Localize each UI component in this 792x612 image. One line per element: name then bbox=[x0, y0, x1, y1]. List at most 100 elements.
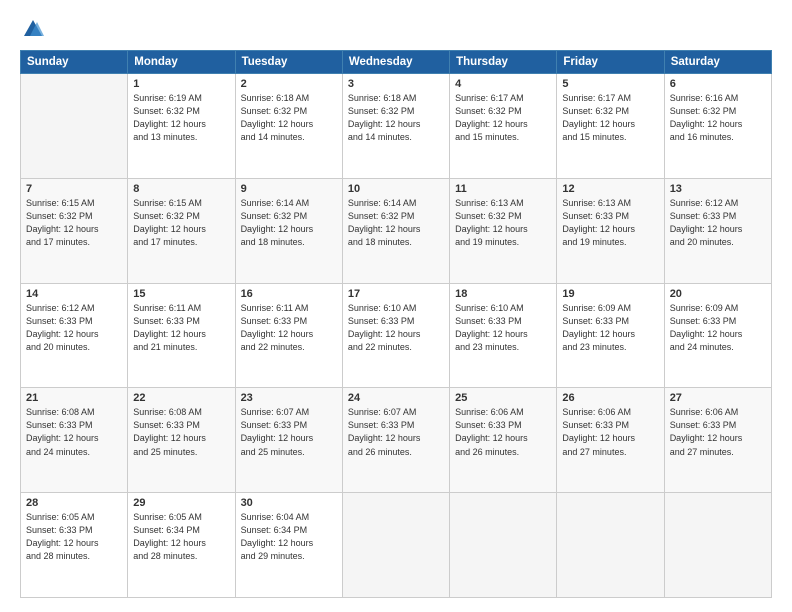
calendar-table: Sunday Monday Tuesday Wednesday Thursday… bbox=[20, 50, 772, 598]
page: Sunday Monday Tuesday Wednesday Thursday… bbox=[0, 0, 792, 612]
day-number: 21 bbox=[26, 392, 122, 404]
table-row: 14 Sunrise: 6:12 AM Sunset: 6:33 PM Dayli… bbox=[21, 283, 128, 388]
table-row: 20 Sunrise: 6:09 AM Sunset: 6:33 PM Dayli… bbox=[664, 283, 771, 388]
col-friday: Friday bbox=[557, 51, 664, 74]
day-number: 22 bbox=[133, 392, 229, 404]
table-row: 6 Sunrise: 6:16 AM Sunset: 6:32 PM Daylig… bbox=[664, 74, 771, 179]
day-info: Sunrise: 6:06 AM Sunset: 6:33 PM Dayligh… bbox=[455, 406, 551, 458]
day-number: 29 bbox=[133, 497, 229, 509]
day-info: Sunrise: 6:07 AM Sunset: 6:33 PM Dayligh… bbox=[348, 406, 444, 458]
table-row: 26Sunrise: 6:06 AM Sunset: 6:33 PM Dayli… bbox=[557, 388, 664, 493]
table-row: 19 Sunrise: 6:09 AM Sunset: 6:33 PM Dayli… bbox=[557, 283, 664, 388]
day-info: Sunrise: 6:05 AM Sunset: 6:34 PM Dayligh… bbox=[133, 511, 229, 563]
logo bbox=[20, 18, 44, 40]
day-info: Sunrise: 6:04 AM Sunset: 6:34 PM Dayligh… bbox=[241, 511, 337, 563]
col-tuesday: Tuesday bbox=[235, 51, 342, 74]
day-number: 4 bbox=[455, 78, 551, 90]
table-row: 10Sunrise: 6:14 AM Sunset: 6:32 PM Dayli… bbox=[342, 178, 449, 283]
day-info: Sunrise: 6:14 AM Sunset: 6:32 PM Dayligh… bbox=[241, 197, 337, 249]
table-row: 25 Sunrise: 6:06 AM Sunset: 6:33 PM Dayli… bbox=[450, 388, 557, 493]
header-row: Sunday Monday Tuesday Wednesday Thursday… bbox=[21, 51, 772, 74]
day-number: 24 bbox=[348, 392, 444, 404]
day-info: Sunrise: 6:15 AM Sunset: 6:32 PM Dayligh… bbox=[26, 197, 122, 249]
day-info: Sunrise: 6:05 AM Sunset: 6:33 PM Dayligh… bbox=[26, 511, 122, 563]
table-row bbox=[342, 493, 449, 598]
day-info: Sunrise: 6:11 AM Sunset: 6:33 PM Dayligh… bbox=[133, 302, 229, 354]
day-info: Sunrise: 6:17 AM Sunset: 6:32 PM Dayligh… bbox=[455, 92, 551, 144]
day-number: 15 bbox=[133, 288, 229, 300]
day-number: 25 bbox=[455, 392, 551, 404]
day-info: Sunrise: 6:06 AM Sunset: 6:33 PM Dayligh… bbox=[670, 406, 766, 458]
table-row: 2 Sunrise: 6:18 AM Sunset: 6:32 PM Daylig… bbox=[235, 74, 342, 179]
table-row: 9 Sunrise: 6:14 AM Sunset: 6:32 PM Daylig… bbox=[235, 178, 342, 283]
day-number: 8 bbox=[133, 183, 229, 195]
day-info: Sunrise: 6:19 AM Sunset: 6:32 PM Dayligh… bbox=[133, 92, 229, 144]
day-info: Sunrise: 6:18 AM Sunset: 6:32 PM Dayligh… bbox=[241, 92, 337, 144]
col-wednesday: Wednesday bbox=[342, 51, 449, 74]
day-info: Sunrise: 6:07 AM Sunset: 6:33 PM Dayligh… bbox=[241, 406, 337, 458]
table-row: 15 Sunrise: 6:11 AM Sunset: 6:33 PM Dayli… bbox=[128, 283, 235, 388]
day-number: 6 bbox=[670, 78, 766, 90]
day-number: 30 bbox=[241, 497, 337, 509]
table-row: 7Sunrise: 6:15 AM Sunset: 6:32 PM Daylig… bbox=[21, 178, 128, 283]
day-info: Sunrise: 6:12 AM Sunset: 6:33 PM Dayligh… bbox=[670, 197, 766, 249]
table-row: 29 Sunrise: 6:05 AM Sunset: 6:34 PM Dayli… bbox=[128, 493, 235, 598]
table-row: 4 Sunrise: 6:17 AM Sunset: 6:32 PM Daylig… bbox=[450, 74, 557, 179]
table-row: 17Sunrise: 6:10 AM Sunset: 6:33 PM Dayli… bbox=[342, 283, 449, 388]
table-row: 8 Sunrise: 6:15 AM Sunset: 6:32 PM Daylig… bbox=[128, 178, 235, 283]
day-info: Sunrise: 6:17 AM Sunset: 6:32 PM Dayligh… bbox=[562, 92, 658, 144]
day-number: 16 bbox=[241, 288, 337, 300]
day-info: Sunrise: 6:11 AM Sunset: 6:33 PM Dayligh… bbox=[241, 302, 337, 354]
calendar-row: 21 Sunrise: 6:08 AM Sunset: 6:33 PM Dayli… bbox=[21, 388, 772, 493]
day-number: 19 bbox=[562, 288, 658, 300]
table-row: 16 Sunrise: 6:11 AM Sunset: 6:33 PM Dayli… bbox=[235, 283, 342, 388]
day-info: Sunrise: 6:09 AM Sunset: 6:33 PM Dayligh… bbox=[562, 302, 658, 354]
table-row: 3 Sunrise: 6:18 AM Sunset: 6:32 PM Daylig… bbox=[342, 74, 449, 179]
table-row bbox=[557, 493, 664, 598]
logo-icon bbox=[22, 18, 44, 40]
day-number: 12 bbox=[562, 183, 658, 195]
table-row: 23 Sunrise: 6:07 AM Sunset: 6:33 PM Dayli… bbox=[235, 388, 342, 493]
calendar-row: 14 Sunrise: 6:12 AM Sunset: 6:33 PM Dayli… bbox=[21, 283, 772, 388]
calendar-row: 28Sunrise: 6:05 AM Sunset: 6:33 PM Dayli… bbox=[21, 493, 772, 598]
table-row: 21 Sunrise: 6:08 AM Sunset: 6:33 PM Dayli… bbox=[21, 388, 128, 493]
day-number: 2 bbox=[241, 78, 337, 90]
table-row: 24 Sunrise: 6:07 AM Sunset: 6:33 PM Dayli… bbox=[342, 388, 449, 493]
table-row bbox=[450, 493, 557, 598]
day-number: 23 bbox=[241, 392, 337, 404]
day-info: Sunrise: 6:10 AM Sunset: 6:33 PM Dayligh… bbox=[455, 302, 551, 354]
day-number: 3 bbox=[348, 78, 444, 90]
day-number: 13 bbox=[670, 183, 766, 195]
col-sunday: Sunday bbox=[21, 51, 128, 74]
table-row: 1 Sunrise: 6:19 AM Sunset: 6:32 PM Daylig… bbox=[128, 74, 235, 179]
day-info: Sunrise: 6:09 AM Sunset: 6:33 PM Dayligh… bbox=[670, 302, 766, 354]
col-thursday: Thursday bbox=[450, 51, 557, 74]
day-info: Sunrise: 6:13 AM Sunset: 6:33 PM Dayligh… bbox=[562, 197, 658, 249]
table-row: 5 Sunrise: 6:17 AM Sunset: 6:32 PM Daylig… bbox=[557, 74, 664, 179]
day-number: 9 bbox=[241, 183, 337, 195]
day-info: Sunrise: 6:10 AM Sunset: 6:33 PM Dayligh… bbox=[348, 302, 444, 354]
day-info: Sunrise: 6:08 AM Sunset: 6:33 PM Dayligh… bbox=[26, 406, 122, 458]
day-number: 1 bbox=[133, 78, 229, 90]
day-info: Sunrise: 6:16 AM Sunset: 6:32 PM Dayligh… bbox=[670, 92, 766, 144]
day-info: Sunrise: 6:15 AM Sunset: 6:32 PM Dayligh… bbox=[133, 197, 229, 249]
table-row: 27 Sunrise: 6:06 AM Sunset: 6:33 PM Dayli… bbox=[664, 388, 771, 493]
day-number: 27 bbox=[670, 392, 766, 404]
day-number: 20 bbox=[670, 288, 766, 300]
day-number: 5 bbox=[562, 78, 658, 90]
table-row: 13 Sunrise: 6:12 AM Sunset: 6:33 PM Dayli… bbox=[664, 178, 771, 283]
table-row: 28Sunrise: 6:05 AM Sunset: 6:33 PM Dayli… bbox=[21, 493, 128, 598]
header bbox=[20, 18, 772, 40]
day-info: Sunrise: 6:14 AM Sunset: 6:32 PM Dayligh… bbox=[348, 197, 444, 249]
day-number: 14 bbox=[26, 288, 122, 300]
table-row: 11Sunrise: 6:13 AM Sunset: 6:32 PM Dayli… bbox=[450, 178, 557, 283]
col-monday: Monday bbox=[128, 51, 235, 74]
col-saturday: Saturday bbox=[664, 51, 771, 74]
day-info: Sunrise: 6:13 AM Sunset: 6:32 PM Dayligh… bbox=[455, 197, 551, 249]
day-info: Sunrise: 6:12 AM Sunset: 6:33 PM Dayligh… bbox=[26, 302, 122, 354]
day-info: Sunrise: 6:18 AM Sunset: 6:32 PM Dayligh… bbox=[348, 92, 444, 144]
day-number: 26 bbox=[562, 392, 658, 404]
calendar-row: 1 Sunrise: 6:19 AM Sunset: 6:32 PM Daylig… bbox=[21, 74, 772, 179]
day-info: Sunrise: 6:08 AM Sunset: 6:33 PM Dayligh… bbox=[133, 406, 229, 458]
table-row: 30 Sunrise: 6:04 AM Sunset: 6:34 PM Dayli… bbox=[235, 493, 342, 598]
